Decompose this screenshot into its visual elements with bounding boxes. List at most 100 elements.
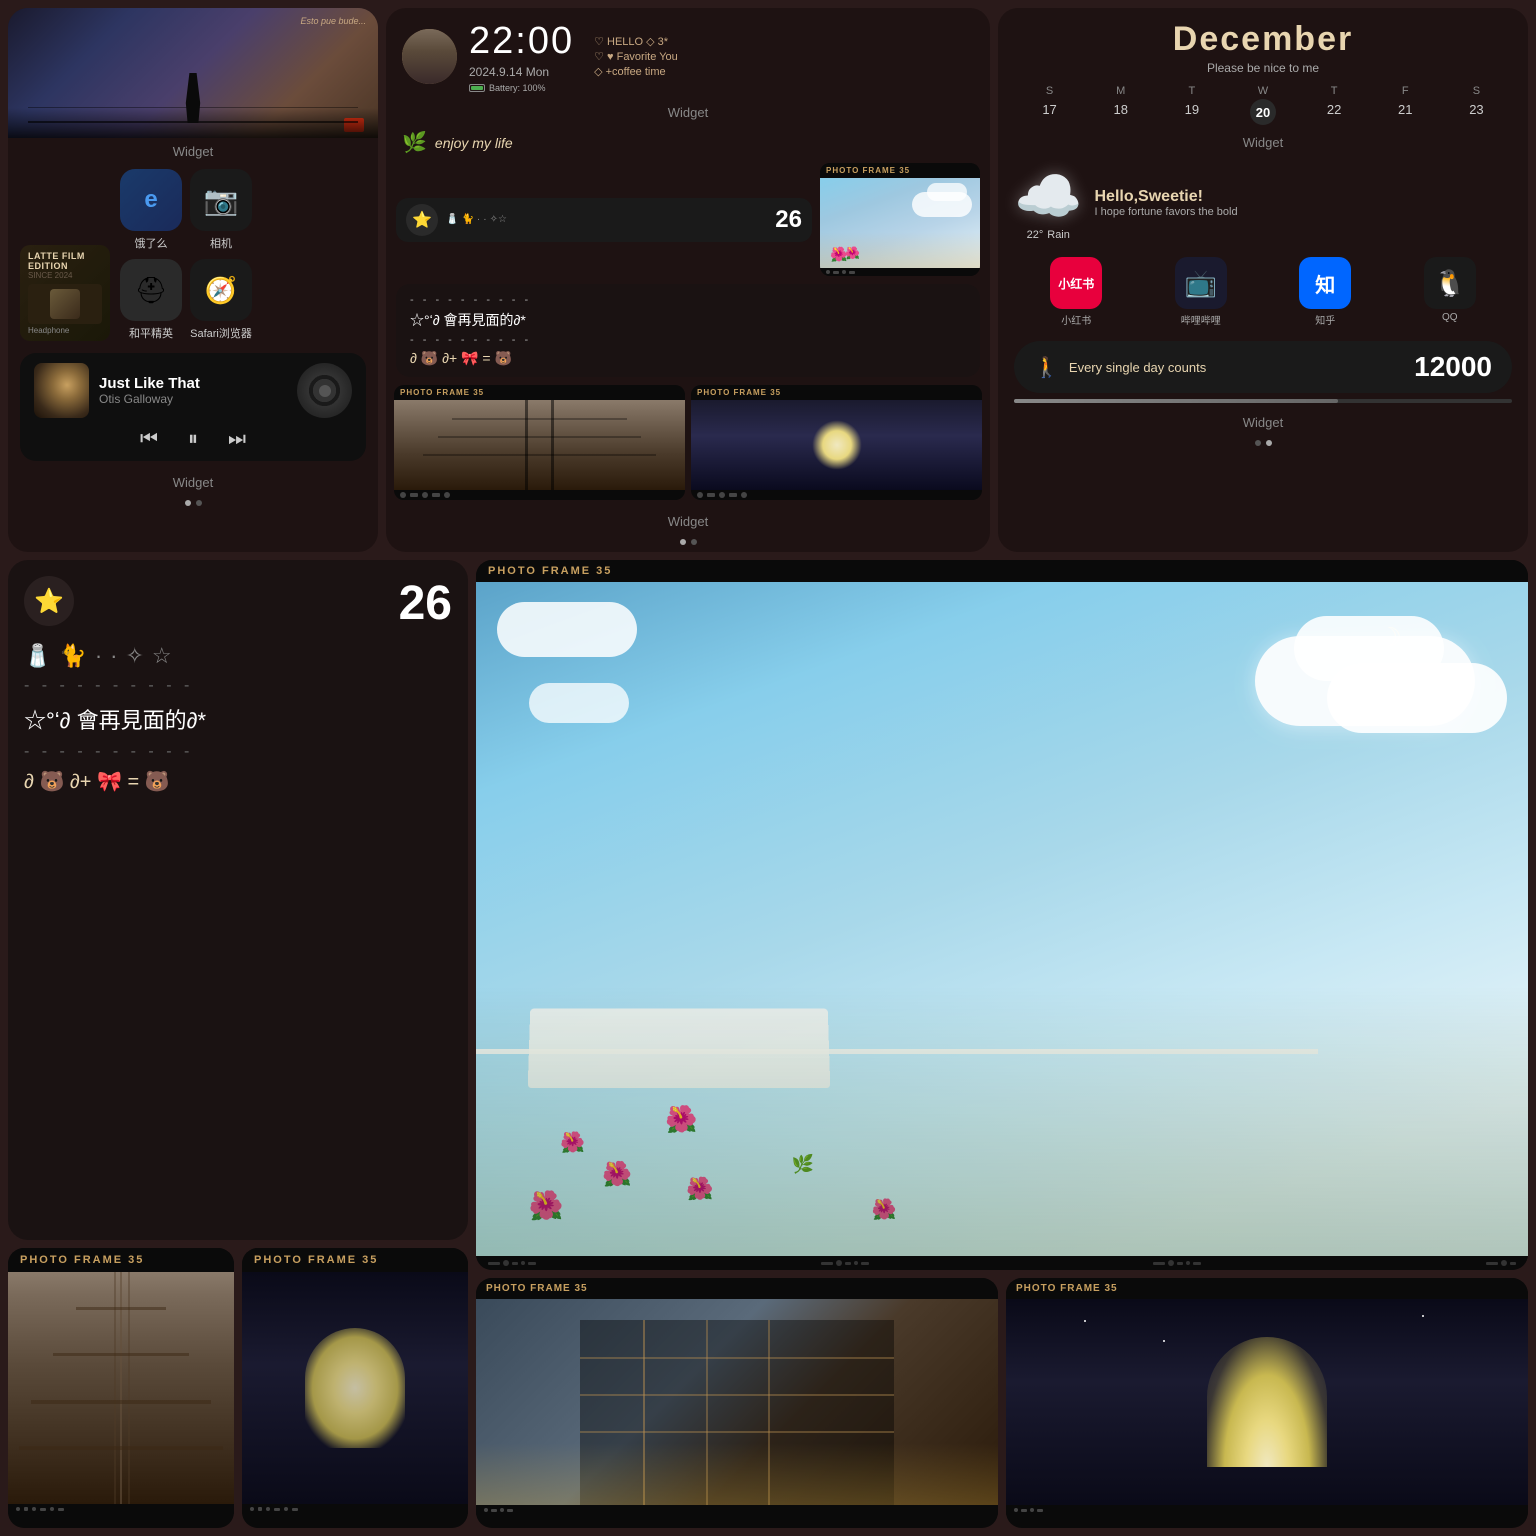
walk-icon: 🚶	[1034, 355, 1059, 380]
cal-header-w: W	[1227, 83, 1298, 99]
latte-title: LATTE FILM EDITION	[28, 251, 102, 271]
center-photo-1-label: PHOTO FRAME 35	[394, 385, 685, 400]
cal-header-t1: T	[1156, 83, 1227, 99]
urban-photo-img	[476, 1299, 998, 1505]
music-controls: ⏮ ⏸ ⏭	[34, 428, 352, 451]
night-photo-img	[1006, 1299, 1528, 1505]
center-dot-2	[691, 539, 697, 545]
emoji-row: 🧂 🐈 · · ✧ ☆	[24, 643, 452, 669]
equation-text: ∂ 🐻 ∂+ 🎀 = 🐻	[410, 350, 966, 367]
bilibili-label: 哔哩哔哩	[1181, 312, 1221, 327]
music-widget: Just Like That Otis Galloway ⏮ ⏸ ⏭	[20, 353, 366, 461]
cal-day-22: 22	[1299, 99, 1370, 125]
center-photo-grid: PHOTO FRAME 35 PHOTO	[386, 385, 990, 508]
music-title: Just Like That	[99, 375, 287, 392]
status2: ♡ ♥ Favorite You	[594, 50, 678, 63]
cal-day-20: 20	[1250, 99, 1276, 125]
bottom-section: ⭐ 26 🧂 🐈 · · ✧ ☆ - - - - - - - - - - ☆°ʻ…	[0, 560, 1536, 1536]
cal-header-t2: T	[1299, 83, 1370, 99]
photo-frame-label: PHOTO FRAME 35	[820, 163, 980, 178]
star-circle: ⭐	[24, 576, 74, 626]
night-frame-label: PHOTO FRAME 35	[1006, 1278, 1528, 1299]
bottom-photo-frames-row: PHOTO FRAME 35	[8, 1248, 468, 1528]
month-subtitle: Please be nice to me	[1014, 61, 1512, 75]
right-dot-1	[1255, 440, 1261, 446]
night-frame-strip	[1006, 1505, 1528, 1515]
cal-header-s2: S	[1441, 83, 1512, 99]
xiaohongshu-label: 小红书	[1061, 312, 1091, 327]
app-bilibili[interactable]: 📺 哔哩哔哩	[1175, 257, 1227, 327]
moon-photo-img	[242, 1272, 468, 1504]
cal-day-18: 18	[1085, 99, 1156, 125]
urban-frame-strip	[476, 1505, 998, 1515]
enjoy-life-row: 🌿 enjoy my life	[386, 126, 990, 163]
xiaohongshu-icon: 小红书	[1050, 257, 1102, 309]
weather-message: I hope fortune favors the bold	[1094, 206, 1237, 218]
center-photo-1-bottom	[394, 490, 685, 500]
urban-frame-label: PHOTO FRAME 35	[476, 1278, 998, 1299]
app-elm[interactable]: e 饿了么	[120, 169, 182, 251]
divider-1: - - - - - - - - - -	[24, 677, 452, 695]
app-safari[interactable]: 🧭 Safari浏览器	[190, 259, 252, 341]
cal-day-21: 21	[1370, 99, 1441, 125]
moon-frame-bottom	[242, 1504, 468, 1514]
bottom-train-frame: PHOTO FRAME 35	[8, 1248, 234, 1528]
battery-icon	[469, 84, 485, 92]
app-safari-label: Safari浏览器	[190, 325, 252, 341]
date-display: 2024.9.14 Mon	[469, 65, 574, 79]
latte-subtitle: SINCE 2024	[28, 271, 102, 280]
top-photo-banner: Esto pue bude...	[8, 8, 378, 138]
step-count: 12000	[1414, 351, 1492, 383]
divider-2: - - - - - - - - - -	[24, 743, 452, 761]
large-photo-header: PHOTO FRAME 35	[476, 560, 1528, 582]
avatar	[402, 29, 457, 84]
weather-temp: 22°	[1027, 229, 1044, 241]
train-frame-bottom	[8, 1504, 234, 1514]
big-number: 26	[399, 576, 452, 631]
center-dot-1	[680, 539, 686, 545]
play-button[interactable]: ⏸	[188, 428, 198, 451]
large-text-widget: ⭐ 26 🧂 🐈 · · ✧ ☆ - - - - - - - - - - ☆°ʻ…	[8, 560, 468, 1240]
right-widget-label-top: Widget	[998, 129, 1528, 156]
stats-number: 26	[775, 206, 802, 234]
battery-label: Battery: 100%	[489, 83, 546, 93]
app-peaceelite-label: 和平精英	[129, 325, 173, 341]
prev-button[interactable]: ⏮	[140, 428, 158, 451]
left-widget-label-bottom: Widget	[8, 469, 378, 496]
latte-card[interactable]: LATTE FILM EDITION SINCE 2024 Headphone	[20, 245, 110, 341]
large-sky-photo: PHOTO FRAME 35 ☽	[476, 560, 1528, 1270]
left-panel: Esto pue bude... Widget LATTE FILM EDITI…	[8, 8, 378, 552]
app-peaceelite[interactable]: ⛑ 和平精英	[120, 259, 182, 341]
bottom-moon-label: PHOTO FRAME 35	[242, 1248, 468, 1272]
center-top: 22:00 2024.9.14 Mon Battery: 100% ♡ HELL…	[386, 8, 990, 99]
time-display: 22:00	[469, 20, 574, 63]
bottom-train-label: PHOTO FRAME 35	[8, 1248, 234, 1272]
app-zhihu[interactable]: 知 知乎	[1299, 257, 1351, 327]
bottom-night-frame: PHOTO FRAME 35	[1006, 1278, 1528, 1528]
weather-condition: Rain	[1047, 229, 1070, 241]
dot-2	[196, 500, 202, 506]
cal-day-23: 23	[1441, 99, 1512, 125]
app-xiaohongshu[interactable]: 小红书 小红书	[1050, 257, 1102, 327]
step-counter: 🚶 Every single day counts 12000	[1014, 341, 1512, 393]
right-app-row: 小红书 小红书 📺 哔哩哔哩 知 知乎 🐧 QQ	[998, 249, 1528, 335]
music-artist: Otis Galloway	[99, 392, 287, 406]
bottom-left: ⭐ 26 🧂 🐈 · · ✧ ☆ - - - - - - - - - - ☆°ʻ…	[8, 560, 468, 1528]
weather-icon: ☁️	[1014, 164, 1082, 229]
stats-widget: ⭐ 🧂 🐈 · · ✧☆ 26	[396, 198, 812, 242]
right-dots	[998, 436, 1528, 450]
large-photo-film-strip	[476, 1256, 1528, 1270]
center-panel: 22:00 2024.9.14 Mon Battery: 100% ♡ HELL…	[386, 8, 990, 552]
sky-flowers-img: ☽ 🌺 🌺 🌺 🌺 🌺	[476, 582, 1528, 1256]
app-camera[interactable]: 📷 相机	[190, 169, 252, 251]
zhihu-label: 知乎	[1315, 312, 1335, 327]
vinyl-record	[297, 363, 352, 418]
status3: ◇ +coffee time	[594, 65, 678, 78]
right-widget-label-bottom: Widget	[998, 409, 1528, 436]
app-qq[interactable]: 🐧 QQ	[1424, 257, 1476, 327]
bilibili-icon: 📺	[1175, 257, 1227, 309]
photo-frame-thumb: PHOTO FRAME 35 🌺 🌺	[820, 163, 980, 276]
cal-day-17: 17	[1014, 99, 1085, 125]
next-button[interactable]: ⏭	[228, 428, 246, 451]
qq-icon: 🐧	[1424, 257, 1476, 309]
